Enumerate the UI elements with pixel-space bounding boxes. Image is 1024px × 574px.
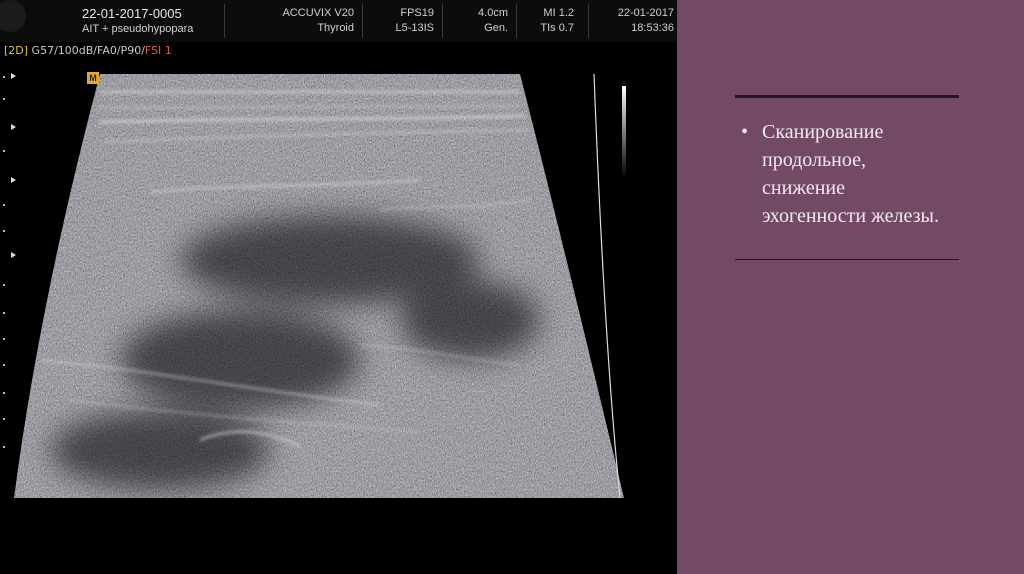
ultrasound-header: 22-01-2017-0005 AIT + pseudohypopara ACC… (0, 0, 677, 42)
header-divider (224, 4, 225, 38)
header-logo-circle (0, 0, 26, 32)
header-divider (516, 4, 517, 38)
tis-label: TIs 0.7 (540, 22, 574, 34)
depth-tick (3, 230, 5, 232)
depth-tick (3, 364, 5, 366)
preset-label: Thyroid (317, 22, 354, 34)
m-marker-badge: M (87, 72, 99, 84)
imaging-parameters: [2D] G57/100dB/FA0/P90/FSI 1 (4, 44, 172, 57)
fps-label: FPS19 (400, 7, 434, 19)
ultrasound-scan (14, 73, 624, 499)
mode-indicator: [2D] (4, 44, 29, 57)
depth-tick (3, 392, 5, 394)
settings-readout: G57/100dB/FA0/P90/ (28, 44, 145, 57)
bottom-rule (735, 259, 959, 260)
patient-label: AIT + pseudohypopara (82, 23, 194, 35)
device-label: ACCUVIX V20 (282, 7, 354, 19)
depth-tick (3, 150, 5, 152)
probe-label: L5-13IS (395, 22, 434, 34)
focus-arrow-icon (11, 252, 16, 258)
time-label: 18:53:36 (631, 22, 674, 34)
depth-tick (3, 76, 5, 78)
depth-tick (3, 284, 5, 286)
fsi-readout: FSI 1 (144, 44, 172, 57)
depth-tick (3, 446, 5, 448)
header-divider (362, 4, 363, 38)
depth-tick (3, 204, 5, 206)
focus-arrow-icon (11, 177, 16, 183)
study-id: 22-01-2017-0005 (82, 6, 182, 21)
header-divider (588, 4, 589, 38)
mi-label: MI 1.2 (543, 7, 574, 19)
ultrasound-image-panel: 22-01-2017-0005 AIT + pseudohypopara ACC… (0, 0, 677, 574)
depth-tick (3, 338, 5, 340)
header-divider (442, 4, 443, 38)
caption-text: Сканирование продольное, снижение эхоген… (762, 121, 939, 227)
grayscale-bar (622, 86, 626, 178)
depth-tick (3, 98, 5, 100)
date-label: 22-01-2017 (617, 7, 674, 19)
top-rule (735, 95, 959, 98)
depth-tick (3, 312, 5, 314)
caption-panel: • Сканирование продольное, снижение эхог… (677, 0, 1024, 574)
bullet-icon: • (741, 121, 749, 143)
depth-tick (3, 418, 5, 420)
gen-label: Gen. (484, 22, 508, 34)
focus-arrow-icon (11, 73, 16, 79)
focus-arrow-icon (11, 124, 16, 130)
depth-label: 4.0cm (478, 7, 508, 19)
